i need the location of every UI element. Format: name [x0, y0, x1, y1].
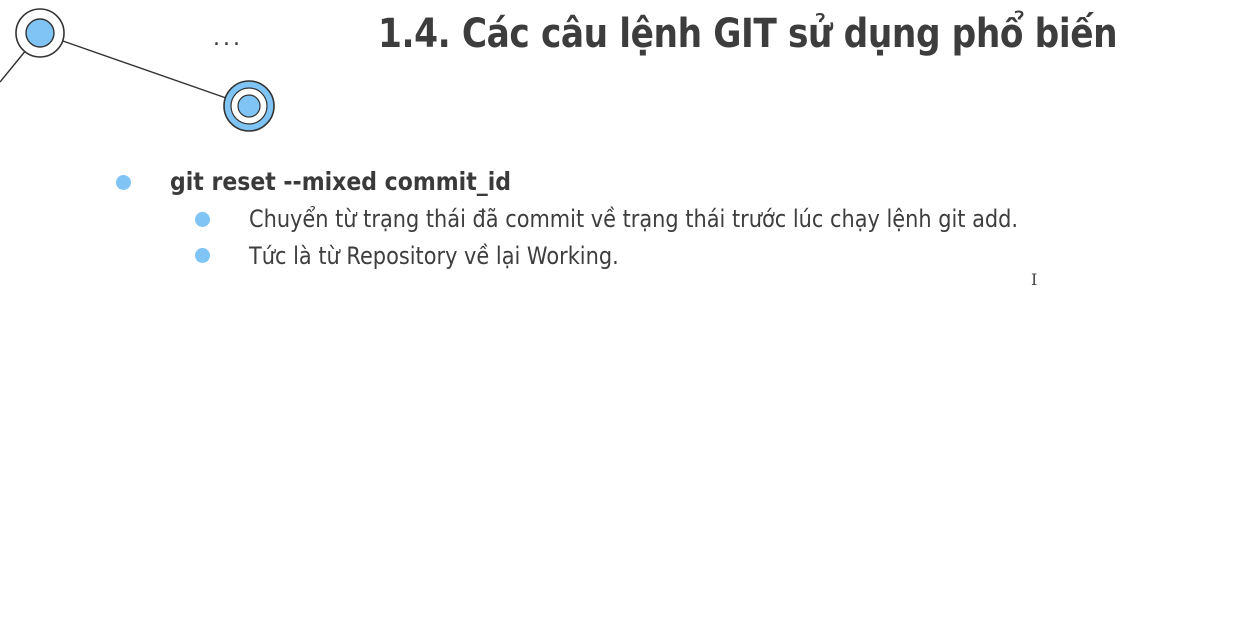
bullet-dot-icon: [195, 248, 210, 263]
decoration-ellipsis: ...: [213, 26, 243, 51]
text-cursor-icon: I: [1031, 270, 1038, 289]
slide: ... 1.4. Các câu lệnh GIT sử dụng phổ bi…: [0, 0, 1242, 627]
slide-title: 1.4. Các câu lệnh GIT sử dụng phổ biến: [378, 11, 1118, 57]
node-circle-icon: [223, 80, 275, 132]
bullet-text: git reset --mixed commit_id: [170, 167, 512, 196]
node-circle-icon: [15, 8, 65, 58]
bullet-dot-icon: [116, 175, 131, 190]
timeline-decoration: [0, 8, 275, 132]
sub-bullet-text: Chuyển từ trạng thái đã commit về trạng …: [249, 205, 1019, 233]
bullet-dot-icon: [195, 212, 210, 227]
sub-bullet-text: Tức là từ Repository về lại Working.: [249, 242, 619, 270]
